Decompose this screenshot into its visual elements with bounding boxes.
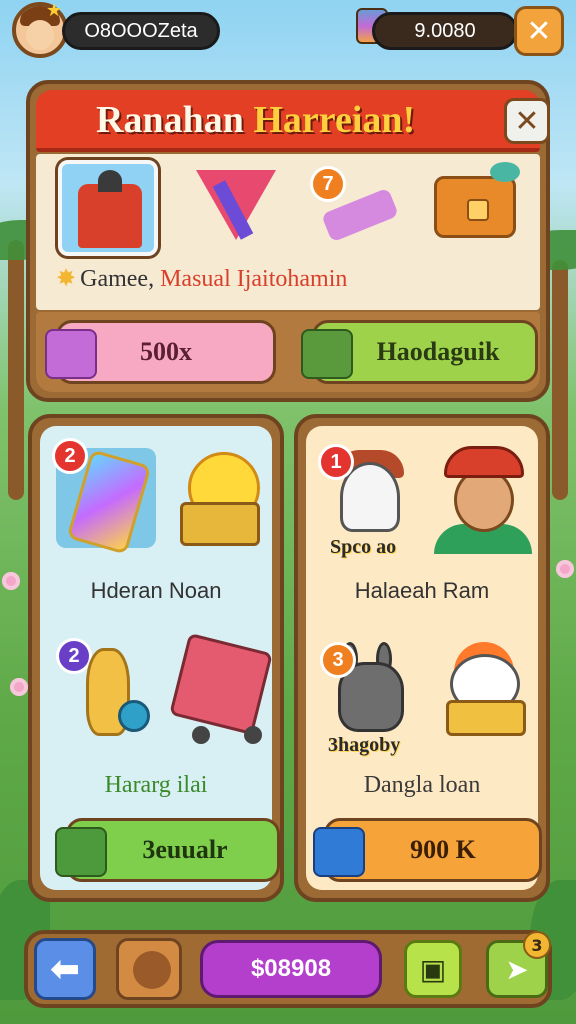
ribbon-icon bbox=[490, 162, 520, 182]
flower bbox=[10, 678, 28, 696]
left-label-2: Hararg ilai bbox=[104, 772, 208, 798]
tile-tag: Spco ao bbox=[330, 536, 397, 558]
tile-badge-value: 2 bbox=[68, 644, 80, 667]
reward-dialog: Ranahan Harreian! ✕ 7 ✸ Gamee, Masual Ij… bbox=[26, 80, 550, 402]
tile-character[interactable] bbox=[428, 440, 540, 554]
tile-monster[interactable] bbox=[434, 640, 534, 740]
map-icon: ▣ bbox=[419, 952, 447, 986]
dialog-title: Ranahan Harreian! bbox=[96, 98, 415, 142]
right-offer-panel: 1 Spco ao Halaeah Ram 3 3hagoby Dangla l… bbox=[294, 414, 550, 902]
tile-badge: 2 bbox=[52, 438, 88, 474]
buy-500x-label: 500x bbox=[140, 337, 192, 366]
left-panel-inner: 2 Hderan Noan 2 Hararg ilai 3euualr bbox=[40, 426, 280, 890]
close-icon: ✕ bbox=[514, 103, 540, 139]
pet-slot[interactable] bbox=[116, 938, 182, 1000]
pet-icon bbox=[133, 951, 171, 989]
tile-badge: 1 bbox=[318, 444, 354, 480]
left-button-wrap: 3euualr bbox=[46, 818, 282, 882]
close-icon: ✕ bbox=[526, 13, 552, 49]
right-button-wrap: 900 K bbox=[310, 818, 546, 882]
dialog-title-part1: Ranahan bbox=[96, 99, 254, 141]
dialog-header: Ranahan Harreian! ✕ bbox=[36, 90, 550, 152]
flower bbox=[556, 560, 574, 578]
coins-value: O8OOOZeta bbox=[84, 19, 198, 42]
buy-500x-button[interactable]: 500x bbox=[45, 320, 276, 384]
sparkle-icon: ✸ bbox=[56, 266, 77, 292]
balance-value: $08908 bbox=[250, 955, 332, 982]
tile-gift-cart[interactable] bbox=[168, 632, 273, 744]
right-label-1: Halaeah Ram bbox=[354, 578, 490, 603]
dialog-title-part2: Harreian! bbox=[253, 99, 416, 141]
tile-badge-value: 1 bbox=[330, 450, 342, 473]
item-chest[interactable] bbox=[426, 160, 526, 256]
tile-phone[interactable]: 2 bbox=[52, 438, 156, 555]
haodaguik-button[interactable]: Haodaguik bbox=[301, 320, 538, 384]
left-offer-panel: 2 Hderan Noan 2 Hararg ilai 3euualr bbox=[28, 414, 284, 902]
tile-ghost[interactable]: 1 Spco ao bbox=[318, 444, 420, 558]
tile-tag: 3hagoby bbox=[328, 734, 401, 756]
share-badge: 3 bbox=[523, 931, 551, 959]
wheel bbox=[192, 726, 210, 744]
item-shirt[interactable] bbox=[58, 160, 158, 256]
balance-pill[interactable]: $08908 bbox=[200, 940, 382, 998]
right-action-label: 900 K bbox=[410, 835, 476, 864]
map-button[interactable]: ▣ bbox=[404, 940, 462, 998]
dialog-caption: ✸ Gamee, Masual Ijaitohamin bbox=[56, 264, 347, 293]
item-count-badge: 7 bbox=[310, 166, 346, 202]
suitcase-icon bbox=[313, 827, 365, 877]
palm-trunk-right bbox=[552, 260, 568, 500]
share-badge-value: 3 bbox=[531, 935, 543, 955]
cash-counter: 9.0080 bbox=[372, 12, 518, 50]
cash-value: 9.0080 bbox=[414, 19, 476, 42]
tile-badge-value: 2 bbox=[64, 444, 76, 467]
right-label-2: Dangla loan bbox=[363, 772, 481, 798]
cap-icon bbox=[444, 446, 524, 478]
gift-box-icon bbox=[446, 700, 526, 736]
flower bbox=[2, 572, 20, 590]
book-icon bbox=[55, 827, 107, 877]
caption-part2: Masual Ijaitohamin bbox=[160, 266, 348, 292]
tile-emoji-box[interactable] bbox=[178, 448, 278, 548]
right-action-button[interactable]: 900 K bbox=[313, 818, 542, 882]
tile-vase[interactable]: 2 bbox=[56, 638, 156, 738]
palm-trunk-left bbox=[8, 240, 24, 500]
shirt-icon bbox=[78, 184, 142, 248]
haodaguik-label: Haodaguik bbox=[376, 337, 500, 366]
item-kite[interactable] bbox=[186, 160, 286, 256]
mannequin-icon bbox=[98, 170, 122, 192]
dialog-actions: 500x Haodaguik bbox=[36, 312, 540, 392]
star-icon: ★ bbox=[46, 0, 63, 21]
tile-donkey[interactable]: 3 3hagoby bbox=[320, 640, 420, 756]
caption-part1: Gamee, bbox=[80, 266, 155, 292]
back-button[interactable]: ⬅ bbox=[34, 938, 96, 1000]
coins-counter: O8OOOZeta bbox=[62, 12, 220, 50]
gift-icon bbox=[45, 329, 97, 379]
chest-icon bbox=[434, 176, 516, 238]
dialog-close-button[interactable]: ✕ bbox=[504, 98, 550, 144]
item-candy[interactable]: 7 bbox=[306, 160, 406, 256]
left-action-label: 3euualr bbox=[142, 835, 228, 864]
bottom-bar: ⬅ $08908 ▣ ➤ 3 bbox=[24, 930, 552, 1008]
wheel bbox=[244, 726, 262, 744]
gift-cart-icon bbox=[169, 632, 273, 736]
right-panel-inner: 1 Spco ao Halaeah Ram 3 3hagoby Dangla l… bbox=[306, 426, 542, 890]
lock-icon bbox=[467, 199, 489, 221]
share-button[interactable]: ➤ 3 bbox=[486, 931, 551, 998]
gift-box-icon bbox=[180, 502, 260, 546]
dialog-items-area: 7 ✸ Gamee, Masual Ijaitohamin bbox=[36, 154, 540, 310]
share-icon: ➤ bbox=[505, 952, 529, 986]
tile-badge: 3 bbox=[320, 642, 356, 678]
tile-badge-value: 3 bbox=[332, 648, 344, 671]
avatar-face bbox=[26, 20, 54, 50]
left-label-1: Hderan Noan bbox=[90, 578, 222, 603]
left-action-button[interactable]: 3euualr bbox=[55, 818, 280, 882]
books-icon bbox=[301, 329, 353, 379]
arrow-left-icon: ⬅ bbox=[49, 948, 81, 990]
top-close-button[interactable]: ✕ bbox=[514, 6, 564, 56]
item-count-value: 7 bbox=[322, 172, 334, 195]
coin-icon bbox=[118, 700, 150, 732]
top-bar: ★ O8OOOZeta 9.0080 ✕ bbox=[0, 0, 576, 70]
